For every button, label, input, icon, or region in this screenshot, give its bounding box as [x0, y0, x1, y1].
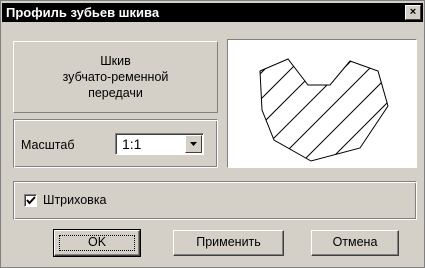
- profile-preview: [227, 39, 417, 168]
- tooth-profile-drawing: [259, 58, 389, 162]
- ok-button[interactable]: OK: [53, 229, 141, 257]
- chevron-down-icon: [190, 142, 197, 146]
- apply-button[interactable]: Применить: [173, 230, 284, 256]
- description-line-2: зубчато-ременной: [62, 70, 169, 84]
- title-bar[interactable]: Профиль зубьев шкива ×: [2, 3, 423, 22]
- description-line-1: Шкив: [100, 54, 131, 68]
- apply-button-label: Применить: [196, 235, 261, 249]
- description-panel: Шкив зубчато-ременной передачи: [13, 41, 218, 113]
- checkmark-icon: [26, 196, 36, 205]
- window-title: Профиль зубьев шкива: [6, 5, 160, 20]
- cancel-button[interactable]: Отмена: [311, 230, 399, 256]
- dialog-window: Профиль зубьев шкива × Шкив зубчато-реме…: [0, 0, 425, 268]
- scale-label: Масштаб: [21, 138, 75, 152]
- description-text: Шкив зубчато-ременной передачи: [14, 53, 217, 101]
- close-icon: ×: [409, 6, 417, 18]
- tooth-outline: [259, 58, 389, 162]
- scale-select-value: 1:1: [122, 136, 142, 152]
- focus-rect: [59, 235, 135, 251]
- scale-select[interactable]: 1:1: [115, 133, 204, 155]
- description-line-3: передачи: [88, 86, 143, 100]
- hatching-checkbox[interactable]: [24, 194, 37, 207]
- scale-dropdown-button[interactable]: [185, 135, 202, 153]
- hatching-label[interactable]: Штриховка: [43, 193, 107, 207]
- close-button[interactable]: ×: [405, 5, 421, 20]
- cancel-button-label: Отмена: [332, 235, 378, 249]
